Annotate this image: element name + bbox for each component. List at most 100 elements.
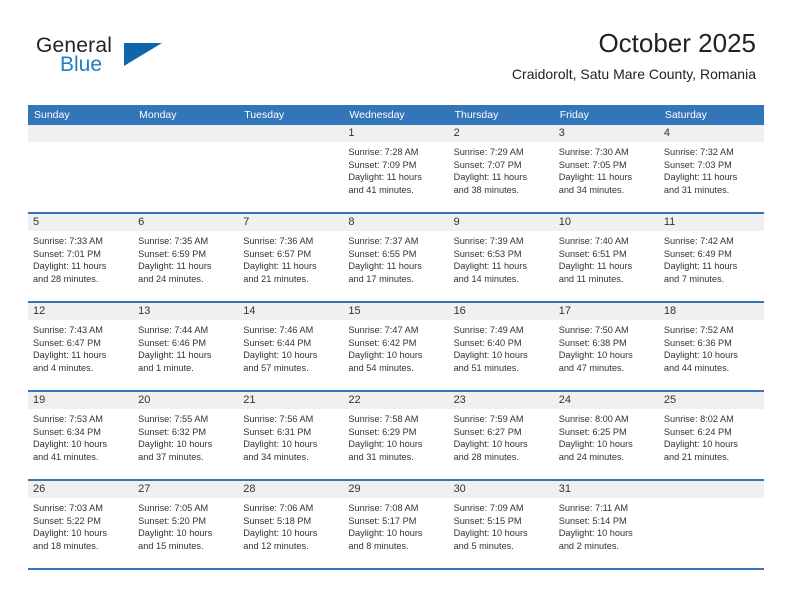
daylight-text-line2: and 41 minutes. — [33, 451, 99, 462]
sunset-text: Sunset: 6:25 PM — [558, 426, 627, 437]
calendar-day-cell[interactable]: 17 Sunrise: 7:50 AM Sunset: 6:38 PM Dayligh… — [553, 302, 659, 392]
sunrise-text: Sunrise: 7:56 AM — [243, 414, 314, 424]
sunrise-text: Sunrise: 7:28 AM — [348, 147, 419, 157]
calendar-week-row: 19 Sunrise: 7:53 AM Sunset: 6:34 PM Dayligh… — [28, 391, 764, 481]
calendar-day-cell[interactable]: 5 Sunrise: 7:33 AM Sunset: 7:01 PM Daylight… — [28, 213, 134, 303]
calendar-day-cell[interactable]: 7 Sunrise: 7:36 AM Sunset: 6:57 PM Daylight… — [238, 213, 344, 303]
calendar-day-cell[interactable] — [658, 480, 764, 570]
sunrise-text: Sunrise: 7:32 AM — [663, 147, 734, 157]
calendar-week-row: 12 Sunrise: 7:43 AM Sunset: 6:47 PM Dayligh… — [28, 302, 764, 392]
calendar-day-cell[interactable]: 30 Sunrise: 7:09 AM Sunset: 5:15 PM Dayligh… — [448, 480, 554, 570]
sunrise-text: Sunrise: 7:44 AM — [138, 325, 209, 335]
day-details: Sunrise: 7:06 AM Sunset: 5:18 PM Daylight:… — [238, 498, 343, 552]
daylight-text-line1: Daylight: 11 hours — [138, 350, 212, 361]
day-cell-inner: 30 Sunrise: 7:09 AM Sunset: 5:15 PM Dayligh… — [448, 481, 554, 569]
daylight-text-line2: and 34 minutes. — [243, 451, 309, 462]
calendar-day-cell[interactable] — [133, 125, 239, 214]
daylight-text-line2: and 15 minutes. — [138, 540, 204, 551]
daylight-text-line2: and 12 minutes. — [243, 540, 309, 551]
calendar-day-cell[interactable]: 1 Sunrise: 7:28 AM Sunset: 7:09 PM Daylight… — [343, 125, 449, 214]
day-details: Sunrise: 7:37 AM Sunset: 6:55 PM Daylight:… — [343, 231, 448, 285]
sunrise-text: Sunrise: 7:55 AM — [138, 414, 209, 424]
day-details: Sunrise: 7:30 AM Sunset: 7:05 PM Daylight:… — [554, 142, 659, 196]
daylight-text-line1: Daylight: 11 hours — [663, 261, 738, 272]
calendar-page: General Blue October 2025 Craidorolt, Sa… — [0, 0, 792, 612]
daylight-text-line2: and 41 minutes. — [348, 184, 414, 195]
calendar-day-cell[interactable]: 26 Sunrise: 7:03 AM Sunset: 5:22 PM Dayligh… — [28, 480, 134, 570]
calendar-day-cell[interactable]: 24 Sunrise: 8:00 AM Sunset: 6:25 PM Dayligh… — [553, 391, 659, 481]
calendar-day-cell[interactable]: 11 Sunrise: 7:42 AM Sunset: 6:49 PM Dayligh… — [658, 213, 764, 303]
calendar-day-cell[interactable]: 25 Sunrise: 8:02 AM Sunset: 6:24 PM Dayligh… — [658, 391, 764, 481]
calendar-day-cell[interactable]: 9 Sunrise: 7:39 AM Sunset: 6:53 PM Daylight… — [448, 213, 554, 303]
day-cell-inner: 22 Sunrise: 7:58 AM Sunset: 6:29 PM Dayligh… — [343, 392, 449, 480]
calendar-day-cell[interactable]: 8 Sunrise: 7:37 AM Sunset: 6:55 PM Daylight… — [343, 213, 449, 303]
day-number — [238, 125, 344, 142]
daylight-text-line2: and 21 minutes. — [663, 451, 730, 462]
sunset-text: Sunset: 6:40 PM — [453, 337, 522, 348]
calendar-day-cell[interactable]: 18 Sunrise: 7:52 AM Sunset: 6:36 PM Dayligh… — [658, 302, 764, 392]
day-number: 22 — [343, 392, 449, 409]
daylight-text-line2: and 31 minutes. — [348, 451, 414, 462]
day-cell-inner — [658, 481, 764, 569]
daylight-text-line1: Daylight: 10 hours — [243, 439, 318, 450]
calendar-day-cell[interactable]: 28 Sunrise: 7:06 AM Sunset: 5:18 PM Dayligh… — [238, 480, 344, 570]
daylight-text-line1: Daylight: 11 hours — [558, 172, 633, 183]
day-details: Sunrise: 7:43 AM Sunset: 6:47 PM Daylight:… — [28, 320, 133, 374]
general-blue-logo[interactable]: General Blue — [36, 34, 216, 86]
sunset-text: Sunset: 6:55 PM — [348, 248, 417, 259]
daylight-text-line1: Daylight: 10 hours — [663, 350, 738, 361]
day-number: 28 — [238, 481, 344, 498]
day-details: Sunrise: 7:42 AM Sunset: 6:49 PM Daylight:… — [659, 231, 764, 285]
daylight-text-line2: and 28 minutes. — [33, 273, 99, 284]
calendar-day-cell[interactable]: 29 Sunrise: 7:08 AM Sunset: 5:17 PM Dayligh… — [343, 480, 449, 570]
sunrise-text: Sunrise: 7:50 AM — [558, 325, 629, 335]
day-number: 5 — [28, 214, 134, 231]
day-number: 9 — [448, 214, 554, 231]
day-number: 17 — [553, 303, 659, 320]
day-details: Sunrise: 7:28 AM Sunset: 7:09 PM Daylight:… — [343, 142, 448, 196]
day-details: Sunrise: 7:59 AM Sunset: 6:27 PM Daylight:… — [449, 409, 554, 463]
day-cell-inner: 11 Sunrise: 7:42 AM Sunset: 6:49 PM Dayligh… — [658, 214, 764, 302]
calendar-day-cell[interactable]: 12 Sunrise: 7:43 AM Sunset: 6:47 PM Dayligh… — [28, 302, 134, 392]
calendar-day-cell[interactable]: 2 Sunrise: 7:29 AM Sunset: 7:07 PM Daylight… — [448, 125, 554, 214]
calendar-day-cell[interactable] — [238, 125, 344, 214]
sunrise-text: Sunrise: 8:02 AM — [663, 414, 734, 424]
daylight-text-line1: Daylight: 11 hours — [663, 172, 738, 183]
day-cell-inner: 7 Sunrise: 7:36 AM Sunset: 6:57 PM Daylight… — [238, 214, 344, 302]
calendar-day-cell[interactable]: 13 Sunrise: 7:44 AM Sunset: 6:46 PM Dayligh… — [133, 302, 239, 392]
daylight-text-line1: Daylight: 10 hours — [348, 350, 423, 361]
day-cell-inner: 5 Sunrise: 7:33 AM Sunset: 7:01 PM Daylight… — [28, 214, 134, 302]
daylight-text-line1: Daylight: 10 hours — [348, 439, 423, 450]
sunrise-text: Sunrise: 7:52 AM — [663, 325, 734, 335]
sunset-text: Sunset: 6:32 PM — [138, 426, 207, 437]
calendar-day-cell[interactable] — [28, 125, 134, 214]
calendar-day-cell[interactable]: 31 Sunrise: 7:11 AM Sunset: 5:14 PM Dayligh… — [553, 480, 659, 570]
calendar-day-cell[interactable]: 21 Sunrise: 7:56 AM Sunset: 6:31 PM Dayligh… — [238, 391, 344, 481]
calendar-day-cell[interactable]: 19 Sunrise: 7:53 AM Sunset: 6:34 PM Dayligh… — [28, 391, 134, 481]
calendar-day-cell[interactable]: 20 Sunrise: 7:55 AM Sunset: 6:32 PM Dayligh… — [133, 391, 239, 481]
day-number: 18 — [658, 303, 764, 320]
calendar-day-cell[interactable]: 3 Sunrise: 7:30 AM Sunset: 7:05 PM Daylight… — [553, 125, 659, 214]
calendar-day-cell[interactable]: 6 Sunrise: 7:35 AM Sunset: 6:59 PM Daylight… — [133, 213, 239, 303]
calendar-day-cell[interactable]: 15 Sunrise: 7:47 AM Sunset: 6:42 PM Dayligh… — [343, 302, 449, 392]
weekday-header-sunday: Sunday — [28, 105, 134, 125]
daylight-text-line2: and 4 minutes. — [33, 362, 94, 373]
daylight-text-line2: and 5 minutes. — [453, 540, 514, 551]
calendar-day-cell[interactable]: 23 Sunrise: 7:59 AM Sunset: 6:27 PM Dayligh… — [448, 391, 554, 481]
day-number: 27 — [133, 481, 239, 498]
daylight-text-line2: and 57 minutes. — [243, 362, 309, 373]
calendar-day-cell[interactable]: 4 Sunrise: 7:32 AM Sunset: 7:03 PM Daylight… — [658, 125, 764, 214]
calendar-day-cell[interactable]: 10 Sunrise: 7:40 AM Sunset: 6:51 PM Dayligh… — [553, 213, 659, 303]
calendar-day-cell[interactable]: 22 Sunrise: 7:58 AM Sunset: 6:29 PM Dayligh… — [343, 391, 449, 481]
calendar-day-cell[interactable]: 16 Sunrise: 7:49 AM Sunset: 6:40 PM Dayligh… — [448, 302, 554, 392]
day-details: Sunrise: 7:35 AM Sunset: 6:59 PM Daylight:… — [133, 231, 238, 285]
daylight-text-line2: and 54 minutes. — [348, 362, 414, 373]
day-cell-inner: 8 Sunrise: 7:37 AM Sunset: 6:55 PM Daylight… — [343, 214, 449, 302]
day-details: Sunrise: 7:49 AM Sunset: 6:40 PM Daylight:… — [449, 320, 554, 374]
calendar-day-cell[interactable]: 14 Sunrise: 7:46 AM Sunset: 6:44 PM Dayligh… — [238, 302, 344, 392]
day-details: Sunrise: 7:36 AM Sunset: 6:57 PM Daylight:… — [238, 231, 343, 285]
calendar-day-cell[interactable]: 27 Sunrise: 7:05 AM Sunset: 5:20 PM Dayligh… — [133, 480, 239, 570]
calendar-week-row: 26 Sunrise: 7:03 AM Sunset: 5:22 PM Dayligh… — [28, 480, 764, 570]
daylight-text-line1: Daylight: 10 hours — [453, 528, 528, 539]
sunset-text: Sunset: 7:09 PM — [348, 159, 417, 170]
